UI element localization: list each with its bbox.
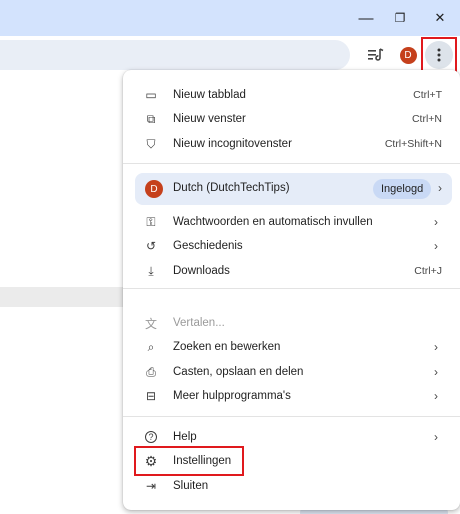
restore-button[interactable]: ❐ — [380, 0, 420, 36]
menu-item-label: Vertalen... — [173, 317, 225, 329]
menu-item-label: Nieuw incognitovenster — [173, 138, 292, 150]
profile-button[interactable]: D — [394, 41, 422, 69]
chevron-right-icon: › — [438, 181, 442, 195]
new-tab-icon: ▭ — [145, 88, 157, 102]
key-icon: ⚿ — [146, 214, 156, 229]
menu-item-shortcut: Ctrl+T — [413, 89, 442, 101]
menu-button[interactable] — [425, 41, 453, 69]
translate-icon: 文 — [144, 316, 157, 331]
menu-item-shortcut: Ctrl+N — [411, 113, 442, 125]
menu-item-label: Geschiedenis — [173, 240, 243, 252]
chevron-right-icon: › — [434, 340, 438, 354]
menu-item-new-window[interactable]: ⧉ Nieuw venster Ctrl+N — [123, 107, 460, 131]
reading-list-button[interactable] — [362, 41, 390, 69]
chevron-right-icon: › — [434, 389, 438, 403]
menu-item-shortcut: Ctrl+J — [414, 265, 442, 277]
cast-icon: ⎙ — [146, 364, 156, 379]
chevron-right-icon: › — [434, 365, 438, 379]
menu-item-passwords[interactable]: ⚿ Wachtwoorden en automatisch invullen › — [123, 210, 460, 234]
menu-item-label: Nieuw venster — [173, 113, 246, 125]
three-dot-menu-icon — [437, 48, 441, 62]
address-bar[interactable] — [0, 40, 350, 70]
menu-item-label: Casten, opslaan en delen — [173, 366, 304, 378]
help-icon: ? — [145, 431, 157, 443]
chevron-right-icon: › — [434, 430, 438, 444]
toolbar: D — [0, 36, 460, 74]
menu-divider — [123, 163, 460, 164]
menu-item-label: Nieuw tabblad — [173, 89, 246, 101]
profile-menu-item[interactable]: D Dutch (DutchTechTips) Ingelogd › — [135, 173, 452, 205]
avatar: D — [399, 46, 417, 64]
menu-item-cast-save-share[interactable]: ⎙ Casten, opslaan en delen › — [123, 360, 460, 384]
history-icon: ↺ — [145, 239, 157, 253]
signed-in-badge: Ingelogd — [373, 179, 432, 199]
find-icon: ⌕ — [147, 339, 155, 354]
title-bar: — ❐ ✕ — [0, 0, 460, 36]
profile-name: Dutch (DutchTechTips) — [173, 182, 290, 194]
toolbox-icon: ⊟ — [145, 389, 157, 403]
new-window-icon: ⧉ — [146, 111, 156, 126]
exit-icon: ⇥ — [145, 479, 157, 493]
minimize-icon: — — [358, 9, 374, 27]
close-window-button[interactable]: ✕ — [420, 0, 460, 36]
menu-divider — [123, 416, 460, 417]
menu-item-more-tools[interactable]: ⊟ Meer hulpprogramma's › — [123, 384, 460, 408]
menu-item-shortcut: Ctrl+Shift+N — [384, 138, 442, 150]
menu-item-label: Help — [173, 431, 197, 443]
incognito-icon: ⛉ — [146, 136, 156, 151]
menu-item-label: Sluiten — [173, 480, 209, 492]
menu-item-new-incognito[interactable]: ⛉ Nieuw incognitovenster Ctrl+Shift+N — [123, 132, 460, 156]
chrome-menu: ▭ Nieuw tabblad Ctrl+T ⧉ Nieuw venster C… — [123, 70, 460, 510]
close-icon: ✕ — [434, 10, 446, 25]
menu-item-exit[interactable]: ⇥ Sluiten — [123, 474, 460, 498]
avatar: D — [145, 180, 163, 198]
menu-item-new-tab[interactable]: ▭ Nieuw tabblad Ctrl+T — [123, 83, 460, 107]
menu-divider — [123, 288, 460, 289]
chevron-right-icon: › — [434, 239, 438, 253]
menu-item-label: Meer hulpprogramma's — [173, 390, 291, 402]
menu-item-downloads[interactable]: ⤓ Downloads Ctrl+J — [123, 259, 460, 283]
reading-list-icon — [368, 48, 384, 61]
restore-icon: ❐ — [394, 11, 406, 25]
menu-item-history[interactable]: ↺ Geschiedenis › — [123, 234, 460, 258]
menu-item-label: Zoeken en bewerken — [173, 341, 281, 353]
menu-item-find-edit[interactable]: ⌕ Zoeken en bewerken › — [123, 335, 460, 359]
chevron-right-icon: › — [434, 215, 438, 229]
menu-item-label: Downloads — [173, 265, 230, 277]
menu-item-translate[interactable]: 文 Vertalen... — [123, 311, 460, 335]
download-icon: ⤓ — [148, 263, 154, 278]
highlight-box-settings — [134, 446, 244, 476]
menu-item-label: Wachtwoorden en automatisch invullen — [173, 216, 373, 228]
